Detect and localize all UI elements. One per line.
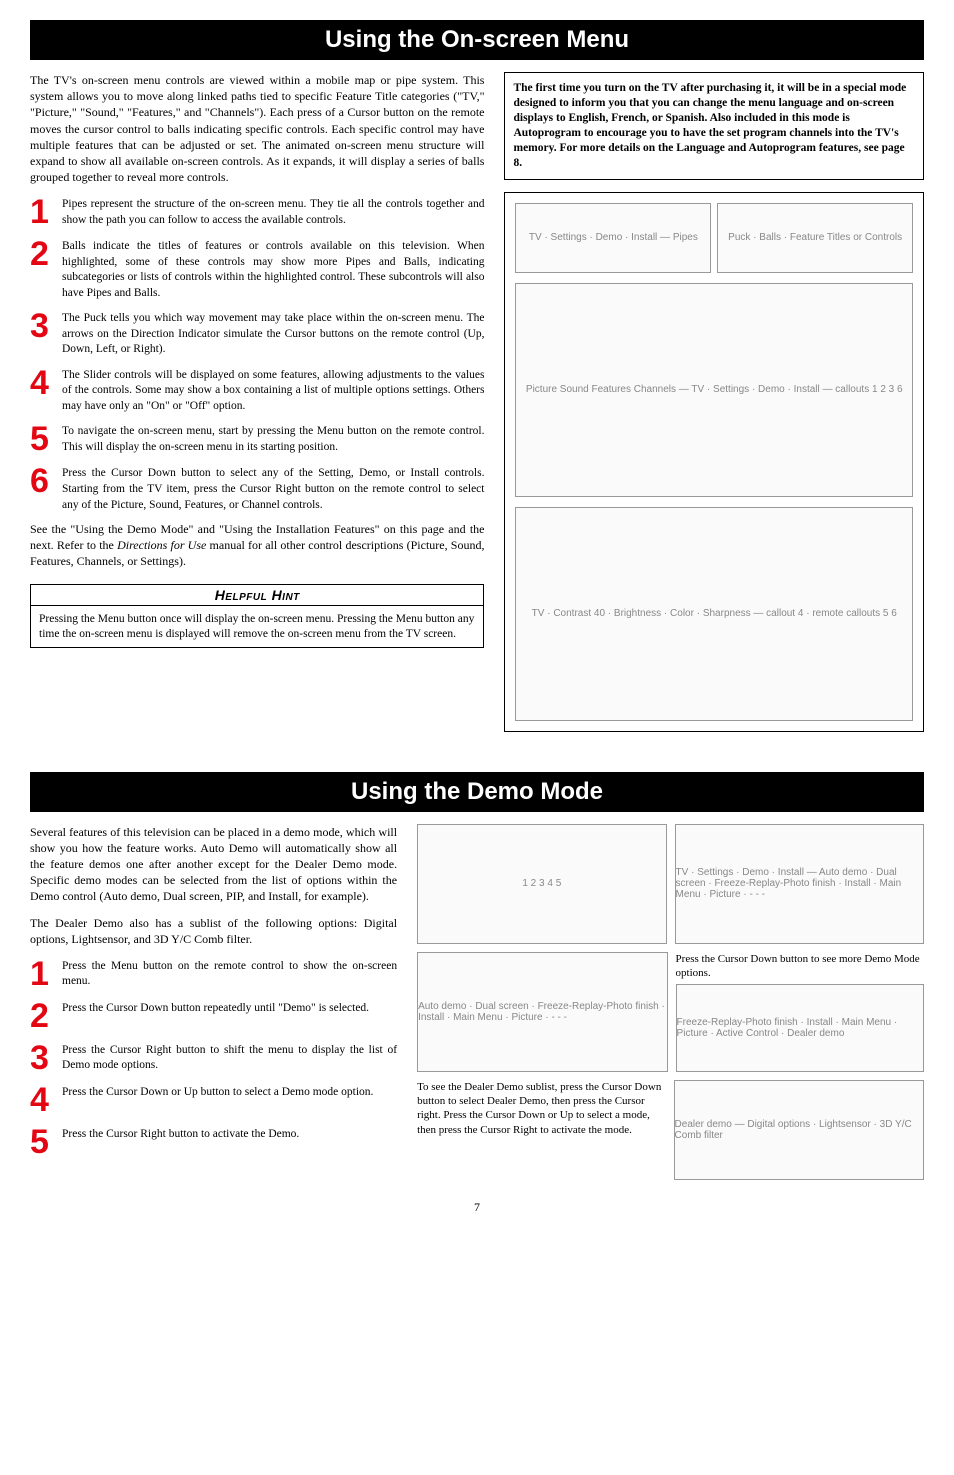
step-number: 3 [30, 309, 62, 358]
section1-left: The TV's on-screen menu controls are vie… [30, 72, 484, 732]
step-number: 1 [30, 195, 62, 229]
section1-closing: See the "Using the Demo Mode" and "Using… [30, 521, 484, 570]
dealer-demo-caption: To see the Dealer Demo sublist, press th… [417, 1080, 665, 1180]
step-number: 1 [30, 957, 62, 991]
section2-columns: Several features of this television can … [30, 824, 924, 1180]
section2-right: 1 2 3 4 5 TV · Settings · Demo · Install… [417, 824, 924, 1180]
step-2: 2 Balls indicate the titles of features … [30, 237, 484, 301]
step-text: The Puck tells you which way movement ma… [62, 309, 484, 358]
step-number: 2 [30, 237, 62, 301]
section1-diagram: TV · Settings · Demo · Install — Pipes P… [504, 192, 924, 732]
dealer-demo-sublist: Dealer demo — Digital options · Lightsen… [674, 1080, 924, 1180]
step-number: 5 [30, 1125, 62, 1159]
step-number: 3 [30, 1041, 62, 1075]
demo-step-4: 4 Press the Cursor Down or Up button to … [30, 1083, 397, 1117]
step-text: The Slider controls will be displayed on… [62, 366, 484, 415]
helpful-hint-title: Helpful Hint [31, 585, 483, 605]
section1-columns: The TV's on-screen menu controls are vie… [30, 72, 924, 732]
section2-intro2: The Dealer Demo also has a sublist of th… [30, 915, 397, 947]
step-number: 2 [30, 999, 62, 1033]
demo-step-1: 1 Press the Menu button on the remote co… [30, 957, 397, 991]
step-3: 3 The Puck tells you which way movement … [30, 309, 484, 358]
demo-right-caption: Press the Cursor Down button to see more… [676, 952, 924, 981]
step-number: 4 [30, 1083, 62, 1117]
section1-right: The first time you turn on the TV after … [504, 72, 924, 732]
diagram-slider: TV · Contrast 40 · Brightness · Color · … [515, 507, 913, 721]
step-5: 5 To navigate the on-screen menu, start … [30, 422, 484, 456]
demo-step-2: 2 Press the Cursor Down button repeatedl… [30, 999, 397, 1033]
diagram-menu-remote: Picture Sound Features Channels — TV · S… [515, 283, 913, 497]
demo-list-diagram: Auto demo · Dual screen · Freeze-Replay-… [417, 952, 667, 1072]
step-number: 6 [30, 464, 62, 513]
section2-left: Several features of this television can … [30, 824, 397, 1180]
demo-step-5: 5 Press the Cursor Right button to activ… [30, 1125, 397, 1159]
step-text: To navigate the on-screen menu, start by… [62, 422, 484, 456]
step-number: 4 [30, 366, 62, 415]
section-title-onscreen: Using the On-screen Menu [30, 20, 924, 60]
step-number: 5 [30, 422, 62, 456]
first-time-callout: The first time you turn on the TV after … [504, 72, 924, 180]
closing-italic: Directions for Use [117, 538, 206, 552]
step-text: Balls indicate the titles of features or… [62, 237, 484, 301]
helpful-hint-box: Helpful Hint Pressing the Menu button on… [30, 584, 484, 649]
section-title-demo: Using the Demo Mode [30, 772, 924, 812]
step-text: Press the Cursor Right button to activat… [62, 1125, 397, 1159]
section2-intro: Several features of this television can … [30, 824, 397, 905]
section1-intro: The TV's on-screen menu controls are vie… [30, 72, 484, 185]
diagram-puck-balls: Puck · Balls · Feature Titles or Control… [717, 203, 913, 273]
step-text: Press the Cursor Down button repeatedly … [62, 999, 397, 1033]
demo-menu-top: TV · Settings · Demo · Install — Auto de… [675, 824, 924, 944]
step-text: Press the Cursor Down button to select a… [62, 464, 484, 513]
step-6: 6 Press the Cursor Down button to select… [30, 464, 484, 513]
step-4: 4 The Slider controls will be displayed … [30, 366, 484, 415]
demo-list2-diagram: Freeze-Replay-Photo finish · Install · M… [676, 984, 924, 1071]
step-text: Press the Cursor Down or Up button to se… [62, 1083, 397, 1117]
page-number: 7 [30, 1200, 924, 1215]
helpful-hint-body: Pressing the Menu button once will displ… [31, 605, 483, 648]
demo-remote-diagram: 1 2 3 4 5 [417, 824, 666, 944]
diagram-pipes: TV · Settings · Demo · Install — Pipes [515, 203, 711, 273]
step-text: Press the Menu button on the remote cont… [62, 957, 397, 991]
demo-step-3: 3 Press the Cursor Right button to shift… [30, 1041, 397, 1075]
step-text: Pipes represent the structure of the on-… [62, 195, 484, 229]
step-1: 1 Pipes represent the structure of the o… [30, 195, 484, 229]
step-text: Press the Cursor Right button to shift t… [62, 1041, 397, 1075]
